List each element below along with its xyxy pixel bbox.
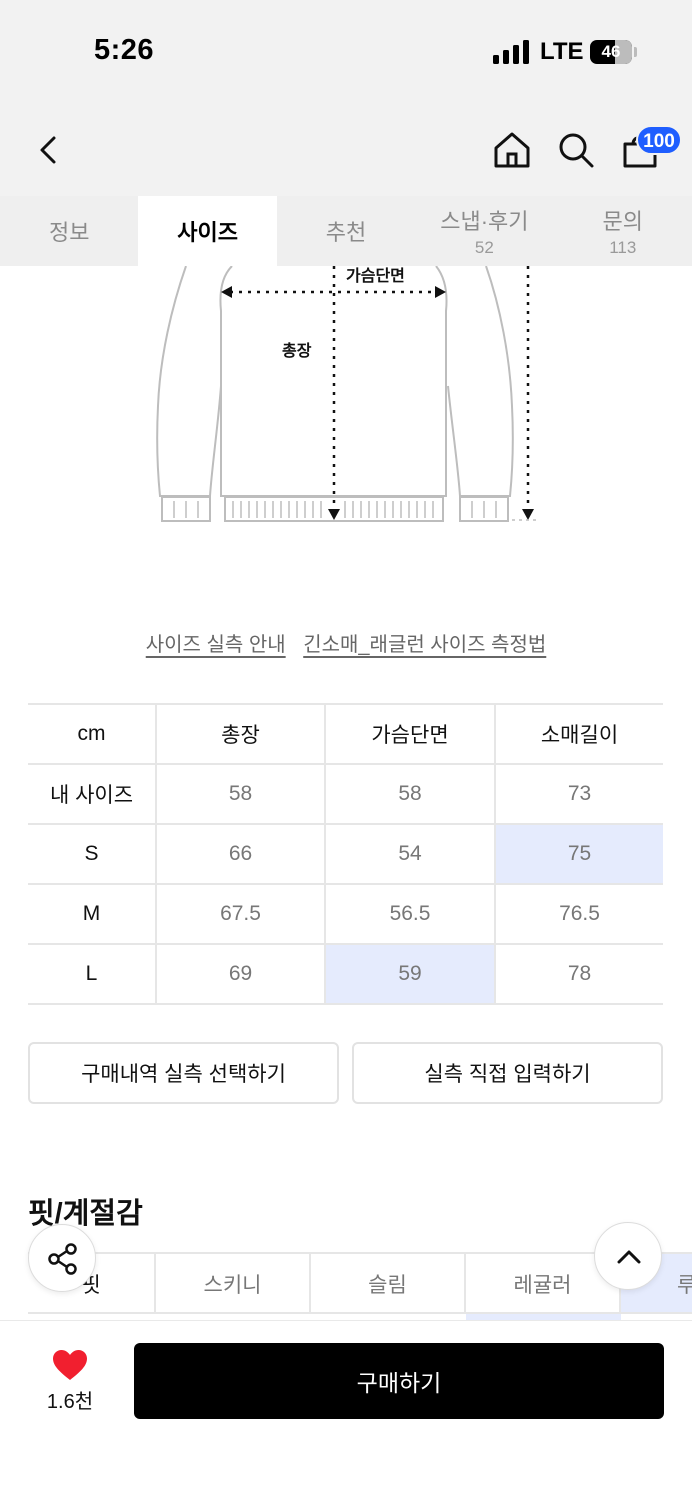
tab-bar: 정보 사이즈 추천 스냅·후기 52 문의 113	[0, 196, 692, 266]
table-cell: 58	[325, 764, 496, 825]
cart-count-badge: 100	[636, 125, 682, 155]
size-guide-links: 사이즈 실측 안내 긴소매_래글런 사이즈 측정법	[0, 628, 692, 657]
tab-label: 사이즈	[177, 220, 238, 245]
tab-reviews[interactable]: 스냅·후기 52	[415, 196, 553, 266]
status-time: 5:26	[94, 34, 155, 66]
buy-button[interactable]: 구매하기	[134, 1343, 664, 1419]
chest-width-label: 가슴단면	[346, 268, 405, 285]
enter-measurement-button[interactable]: 실측 직접 입력하기	[352, 1042, 663, 1104]
tab-label: 추천	[325, 220, 367, 245]
network-type: LTE	[540, 38, 584, 65]
share-button[interactable]	[28, 1224, 96, 1292]
table-cell: 73	[495, 764, 663, 825]
bottom-action-bar: 1.6천 구매하기	[0, 1320, 692, 1500]
table-header: cm	[28, 703, 157, 765]
tab-info[interactable]: 정보	[0, 196, 138, 266]
table-cell: 58	[156, 764, 326, 825]
table-cell: 78	[495, 944, 663, 1005]
table-cell: 67.5	[156, 884, 326, 945]
fit-season-title: 핏/계절감	[28, 1198, 143, 1230]
search-icon[interactable]	[556, 130, 596, 170]
table-header: 소매길이	[495, 703, 663, 765]
tab-count: 52	[474, 238, 494, 257]
table-row: S 66 54 75	[28, 824, 663, 885]
row-label: S	[28, 824, 157, 885]
select-from-purchase-history-button[interactable]: 구매내역 실측 선택하기	[28, 1042, 339, 1104]
row-label: 내 사이즈	[28, 764, 157, 825]
table-row: M 67.5 56.5 76.5	[28, 884, 663, 945]
total-length-label: 총장	[282, 343, 312, 360]
row-label: M	[28, 884, 157, 945]
table-row: 내 사이즈 58 58 73	[28, 764, 663, 825]
battery-icon: 46	[590, 40, 632, 64]
tab-label: 문의	[602, 209, 643, 234]
table-cell: 56.5	[325, 884, 496, 945]
like-count: 1.6천	[46, 1391, 94, 1413]
table-cell: 69	[156, 944, 326, 1005]
row-label: L	[28, 944, 157, 1005]
tab-count: 113	[609, 238, 637, 257]
scroll-to-top-button[interactable]	[594, 1222, 662, 1290]
table-cell: 66	[156, 824, 326, 885]
signal-icon	[493, 40, 529, 64]
tab-size[interactable]: 사이즈	[138, 196, 277, 266]
heart-icon[interactable]	[52, 1349, 88, 1381]
share-icon	[48, 1243, 77, 1275]
table-header-row: cm 총장 가슴단면 소매길이	[28, 703, 663, 765]
home-icon[interactable]	[492, 130, 532, 170]
size-guide-link[interactable]: 사이즈 실측 안내	[146, 634, 286, 656]
table-header: 가슴단면	[325, 703, 496, 765]
tab-recommend[interactable]: 추천	[277, 196, 415, 266]
tab-qna[interactable]: 문의 113	[554, 196, 692, 266]
measurement-method-link[interactable]: 긴소매_래글런 사이즈 측정법	[303, 634, 546, 656]
battery-level: 46	[601, 42, 621, 61]
top-header	[0, 100, 692, 196]
table-cell: 76.5	[495, 884, 663, 945]
table-header: 총장	[156, 703, 326, 765]
battery-tip	[634, 47, 637, 57]
garment-measurement-diagram	[156, 266, 538, 522]
back-icon[interactable]	[34, 130, 64, 170]
table-row: L 69 59 78	[28, 944, 663, 1005]
tab-label: 정보	[48, 220, 90, 245]
size-table: cm 총장 가슴단면 소매길이 내 사이즈 58 58 73 S 66 54 7…	[28, 703, 663, 1005]
table-cell: 54	[325, 824, 496, 885]
table-cell-highlighted: 75	[495, 824, 663, 885]
fit-option: 슬림	[311, 1254, 466, 1314]
fit-table-row: 핏 스키니 슬림 레귤러 루	[28, 1252, 692, 1314]
status-bar: 5:26 LTE 46	[0, 0, 692, 100]
fit-option: 스키니	[156, 1254, 311, 1314]
tab-label: 스냅·후기	[440, 209, 529, 234]
chevron-up-icon	[617, 1250, 641, 1264]
table-cell-highlighted: 59	[325, 944, 496, 1005]
